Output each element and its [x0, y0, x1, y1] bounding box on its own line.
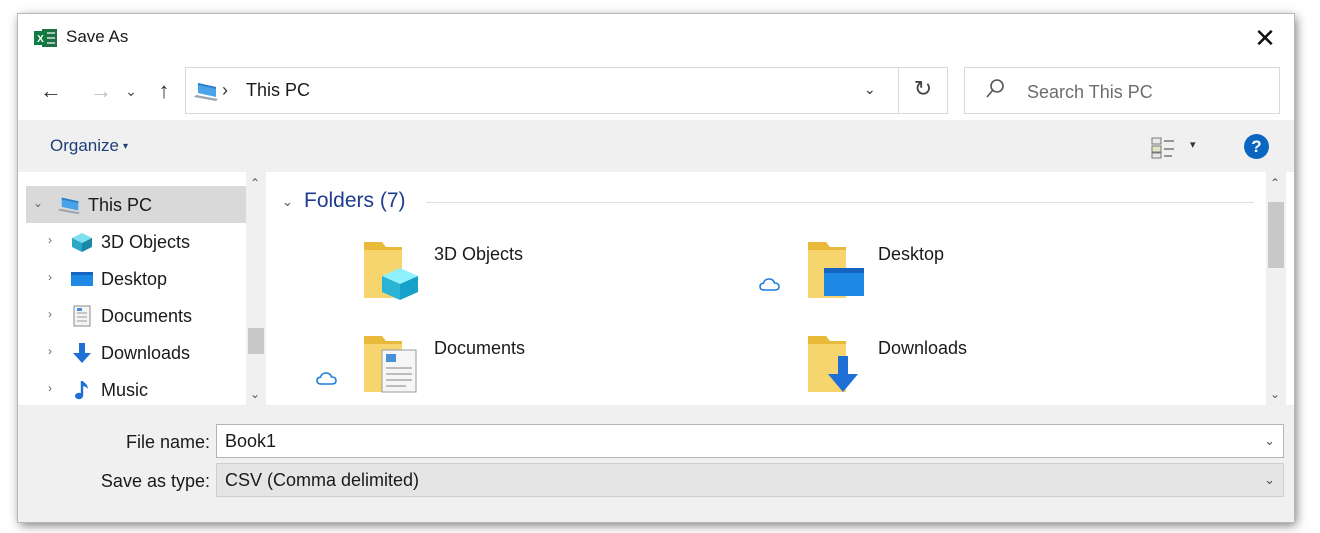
music-icon — [75, 381, 88, 400]
organize-label: Organize — [50, 136, 119, 155]
folder-label: Desktop — [878, 244, 945, 264]
file-name-value: Book1 — [225, 431, 277, 451]
tree-item-this-pc[interactable]: ⌄ This PC — [26, 186, 246, 223]
dialog-title: Save As — [66, 27, 129, 46]
tree-item-music[interactable]: › Music — [26, 371, 246, 408]
navigation-pane-scrollbar[interactable]: ⌃ ⌄ — [246, 172, 266, 405]
help-icon[interactable]: ? — [1244, 134, 1269, 159]
expand-chevron-icon[interactable]: › — [42, 233, 58, 247]
scroll-down-icon[interactable]: ⌄ — [250, 387, 260, 401]
tree-item-3d-objects[interactable]: › 3D Objects — [26, 223, 246, 260]
folder-label: 3D Objects — [434, 244, 524, 264]
title-bar: X Save As ✕ — [18, 14, 1294, 62]
expand-chevron-icon[interactable]: › — [42, 381, 58, 395]
breadcrumb-separator: › — [222, 80, 228, 100]
cloud-status-icon — [759, 278, 780, 291]
file-list-pane: ⌄ Folders (7) 3D Objects Desktop Documen… — [266, 172, 1266, 405]
back-arrow-icon[interactable]: ← — [38, 78, 64, 104]
tree-item-downloads[interactable]: › Downloads — [26, 334, 246, 371]
file-name-label: File name: — [125, 432, 210, 452]
save-as-type-label: Save as type: — [100, 471, 210, 491]
organize-caret-icon: ▾ — [122, 141, 129, 152]
folder-label: Documents — [434, 338, 526, 358]
tree-item-label: Music — [101, 380, 149, 400]
search-box[interactable] — [964, 67, 1280, 114]
expand-chevron-icon[interactable]: › — [42, 307, 58, 321]
save-as-type-value: CSV (Comma delimited) — [225, 470, 420, 490]
3d-objects-folder-icon — [364, 242, 418, 300]
up-arrow-icon[interactable]: ↑ — [151, 78, 177, 104]
save-as-type-dropdown-icon[interactable]: ⌄ — [1264, 464, 1275, 496]
scrollbar-thumb[interactable] — [1268, 202, 1284, 268]
search-input[interactable] — [1025, 78, 1269, 106]
cloud-status-icon — [316, 372, 337, 385]
address-dropdown-icon[interactable]: ⌄ — [864, 81, 876, 98]
save-as-type-select[interactable]: CSV (Comma delimited) ⌄ — [216, 463, 1284, 497]
navigation-bar: ← → ⌄ ↑ › This PC ⌄ ↻ — [18, 62, 1294, 120]
file-name-field[interactable]: Book1 ⌄ — [216, 424, 1284, 458]
scroll-up-icon[interactable]: ⌃ — [1270, 176, 1280, 190]
navigation-pane: ⌄ This PC › 3D Objects › Desktop › Docum… — [26, 172, 266, 405]
documents-icon — [73, 305, 91, 327]
tree-item-label: 3D Objects — [101, 232, 191, 252]
collapse-chevron-icon[interactable]: ⌄ — [30, 196, 46, 210]
expand-chevron-icon[interactable]: › — [42, 344, 58, 358]
desktop-icon — [71, 272, 93, 286]
tree-item-label: Documents — [101, 306, 193, 326]
tree-item-label: Downloads — [101, 343, 191, 363]
search-icon — [986, 79, 1004, 98]
this-pc-icon — [194, 83, 218, 101]
folders-group-header[interactable]: Folders (7) — [304, 189, 406, 213]
expand-chevron-icon[interactable]: › — [42, 270, 58, 284]
downloads-folder-icon — [808, 336, 858, 392]
change-view-button[interactable]: ▾ — [1150, 136, 1202, 160]
scroll-up-icon[interactable]: ⌃ — [250, 176, 260, 190]
svg-text:X: X — [37, 34, 44, 45]
scroll-down-icon[interactable]: ⌄ — [1270, 387, 1280, 401]
folder-item-desktop[interactable]: Desktop — [806, 238, 1106, 318]
folder-item-downloads[interactable]: Downloads — [806, 332, 1106, 412]
desktop-folder-icon — [808, 242, 864, 298]
organize-button[interactable]: Organize ▾ — [50, 136, 128, 156]
close-button[interactable]: ✕ — [1248, 22, 1282, 56]
address-bar[interactable]: › This PC ⌄ ↻ — [185, 67, 948, 114]
forward-arrow-icon[interactable]: → — [88, 78, 114, 104]
tree-item-documents[interactable]: › Documents — [26, 297, 246, 334]
recent-locations-chevron-icon[interactable]: ⌄ — [122, 78, 140, 104]
refresh-icon[interactable]: ↻ — [910, 76, 936, 102]
save-options-panel: File name: Book1 ⌄ Save as type: CSV (Co… — [18, 405, 1294, 522]
save-as-dialog: X Save As ✕ ← → ⌄ ↑ › This PC ⌄ ↻ Search… — [18, 14, 1294, 522]
tree-item-label: Desktop — [101, 269, 168, 289]
downloads-icon — [73, 343, 91, 363]
group-collapse-chevron-icon[interactable]: ⌄ — [282, 194, 293, 210]
address-divider — [898, 68, 899, 113]
command-bar: Organize ▾ ▾ ? — [18, 120, 1294, 172]
folder-item-3d-objects[interactable]: 3D Objects — [362, 238, 662, 318]
breadcrumb-this-pc[interactable]: This PC — [246, 80, 310, 101]
group-header-divider — [426, 202, 1254, 203]
excel-icon: X — [34, 29, 57, 47]
tree-item-label: This PC — [88, 195, 153, 215]
tree-item-desktop[interactable]: › Desktop — [26, 260, 246, 297]
folder-item-documents[interactable]: Documents — [362, 332, 662, 412]
view-options-caret-icon: ▾ — [1190, 139, 1196, 151]
scrollbar-thumb[interactable] — [248, 328, 264, 354]
3d-objects-icon — [72, 233, 92, 252]
folder-label: Downloads — [878, 338, 968, 358]
this-pc-icon — [58, 197, 81, 215]
details-view-icon — [1151, 137, 1174, 159]
documents-folder-icon — [364, 336, 417, 393]
file-list-scrollbar[interactable]: ⌃ ⌄ — [1266, 172, 1286, 405]
file-name-dropdown-icon[interactable]: ⌄ — [1264, 425, 1275, 457]
